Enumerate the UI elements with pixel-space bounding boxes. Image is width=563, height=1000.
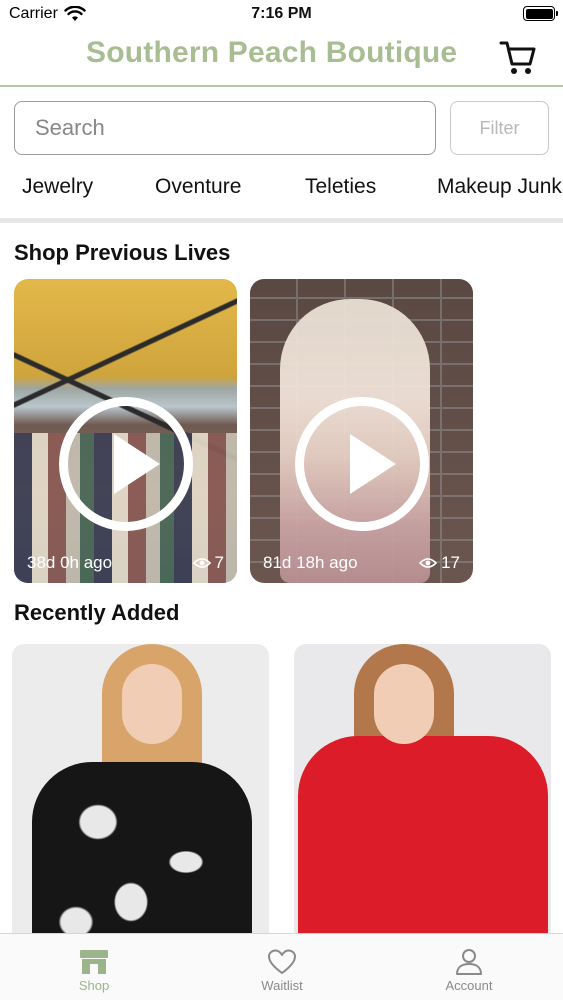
person-icon bbox=[456, 949, 482, 975]
tab-label: Shop bbox=[78, 978, 110, 993]
live-view-count: 17 bbox=[419, 553, 460, 573]
category-item-teleties[interactable]: Teleties bbox=[305, 175, 376, 199]
product-image-model bbox=[122, 664, 182, 744]
product-card[interactable] bbox=[294, 644, 551, 944]
battery-icon bbox=[523, 6, 558, 21]
product-image-garment bbox=[32, 762, 252, 944]
product-image-model bbox=[374, 664, 434, 744]
shop-icon bbox=[80, 950, 108, 974]
product-image-garment bbox=[298, 736, 548, 944]
eye-icon bbox=[192, 558, 211, 568]
heart-icon bbox=[268, 949, 296, 974]
previous-lives-title: Shop Previous Lives bbox=[14, 240, 231, 265]
view-count-value: 7 bbox=[214, 553, 224, 572]
tab-waitlist[interactable]: Waitlist bbox=[188, 934, 376, 1000]
search-input[interactable] bbox=[14, 101, 436, 155]
cart-icon[interactable] bbox=[499, 39, 537, 77]
tab-label: Waitlist bbox=[261, 978, 303, 993]
store-title: Southern Peach Boutique bbox=[86, 36, 458, 69]
recently-added-title: Recently Added bbox=[14, 600, 180, 625]
live-video-card[interactable]: 81d 18h ago 17 bbox=[250, 279, 473, 583]
play-icon[interactable] bbox=[58, 397, 193, 531]
live-view-count: 7 bbox=[192, 553, 224, 573]
category-item-oventure[interactable]: Oventure bbox=[155, 175, 241, 199]
category-item-makeup-junk[interactable]: Makeup Junk bbox=[437, 175, 562, 199]
status-time: 7:16 PM bbox=[251, 5, 312, 22]
category-item-jewelry[interactable]: Jewelry bbox=[22, 175, 93, 199]
tab-label: Account bbox=[445, 978, 493, 993]
eye-icon bbox=[419, 558, 438, 568]
section-divider bbox=[0, 218, 563, 223]
category-strip[interactable]: Jewelry Oventure Teleties Makeup Junk bbox=[0, 170, 563, 210]
live-time-ago: 81d 18h ago bbox=[263, 553, 358, 572]
tab-bar: Shop Waitlist Account bbox=[0, 933, 563, 1000]
live-video-card[interactable]: 38d 0h ago 7 bbox=[14, 279, 237, 583]
app-header: Southern Peach Boutique bbox=[0, 30, 563, 87]
product-card[interactable] bbox=[12, 644, 269, 944]
live-time-ago: 38d 0h ago bbox=[27, 553, 113, 572]
filter-button[interactable]: Filter bbox=[450, 101, 549, 155]
tab-account[interactable]: Account bbox=[375, 934, 563, 1000]
play-icon[interactable] bbox=[294, 397, 429, 531]
status-bar: Carrier 7:16 PM bbox=[0, 0, 563, 30]
view-count-value: 17 bbox=[441, 553, 460, 572]
tab-shop[interactable]: Shop bbox=[0, 934, 188, 1000]
